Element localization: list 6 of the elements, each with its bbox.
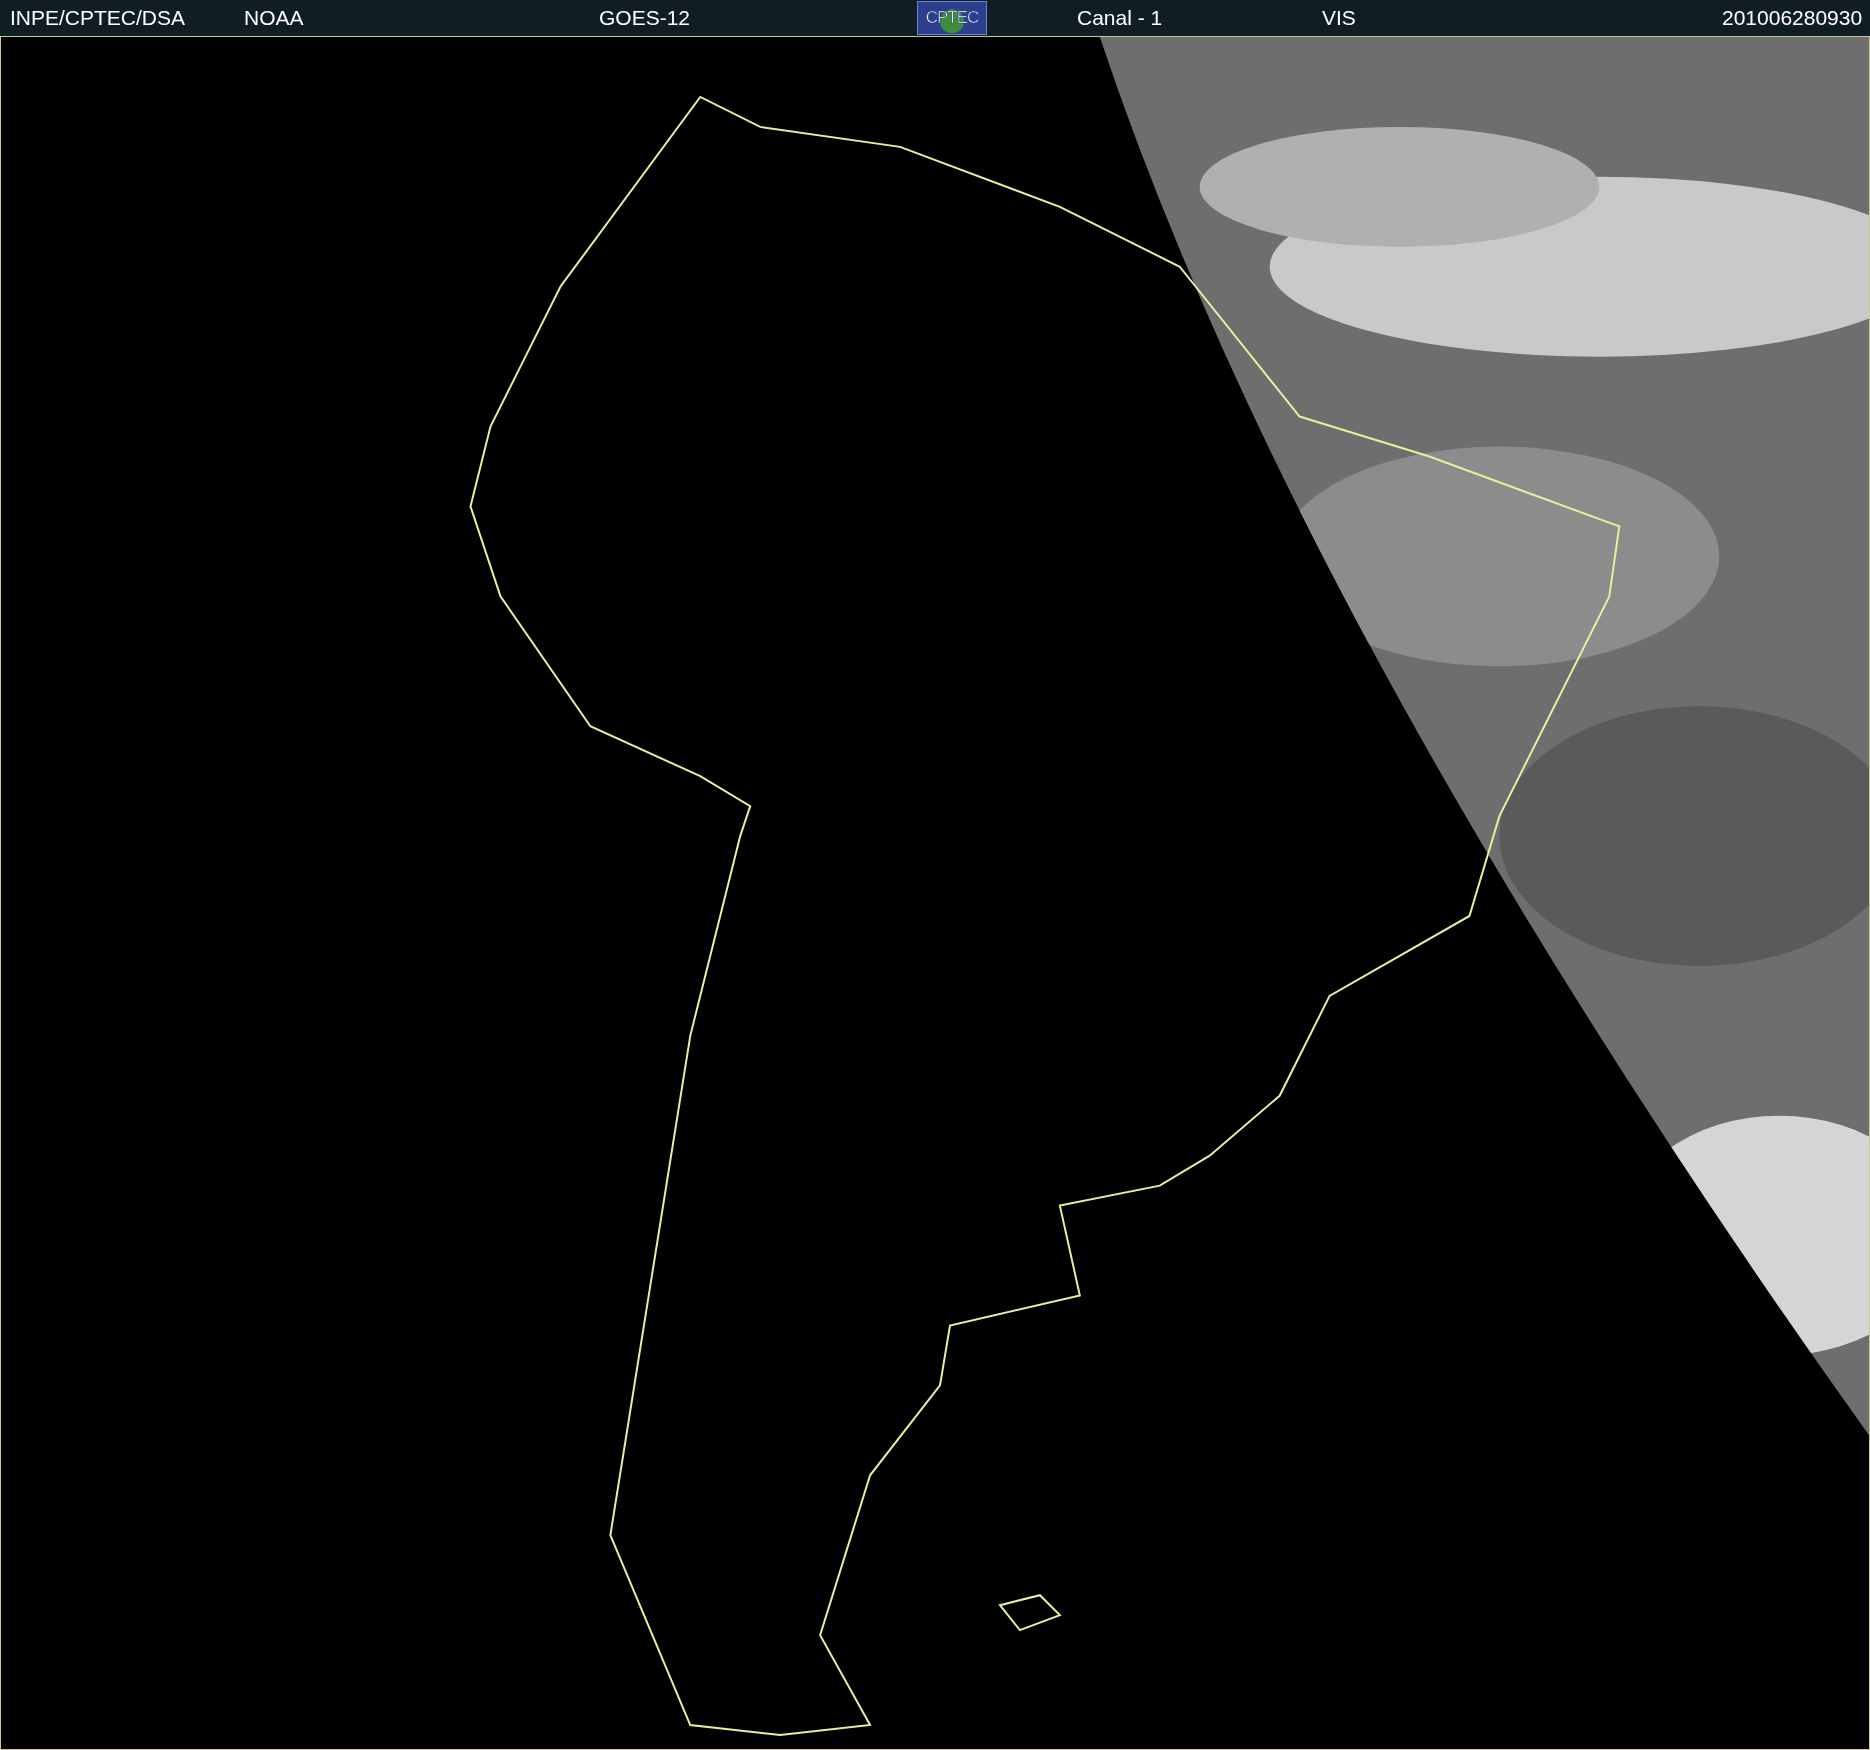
band-label: VIS — [1322, 6, 1357, 30]
provider-label: NOAA — [244, 6, 305, 30]
agency-label: INPE/CPTEC/DSA — [10, 6, 187, 30]
timestamp-label: 201006280930 — [1722, 6, 1863, 30]
satellite-label: GOES-12 — [599, 6, 692, 30]
channel-label: Canal - 1 — [1077, 6, 1164, 30]
